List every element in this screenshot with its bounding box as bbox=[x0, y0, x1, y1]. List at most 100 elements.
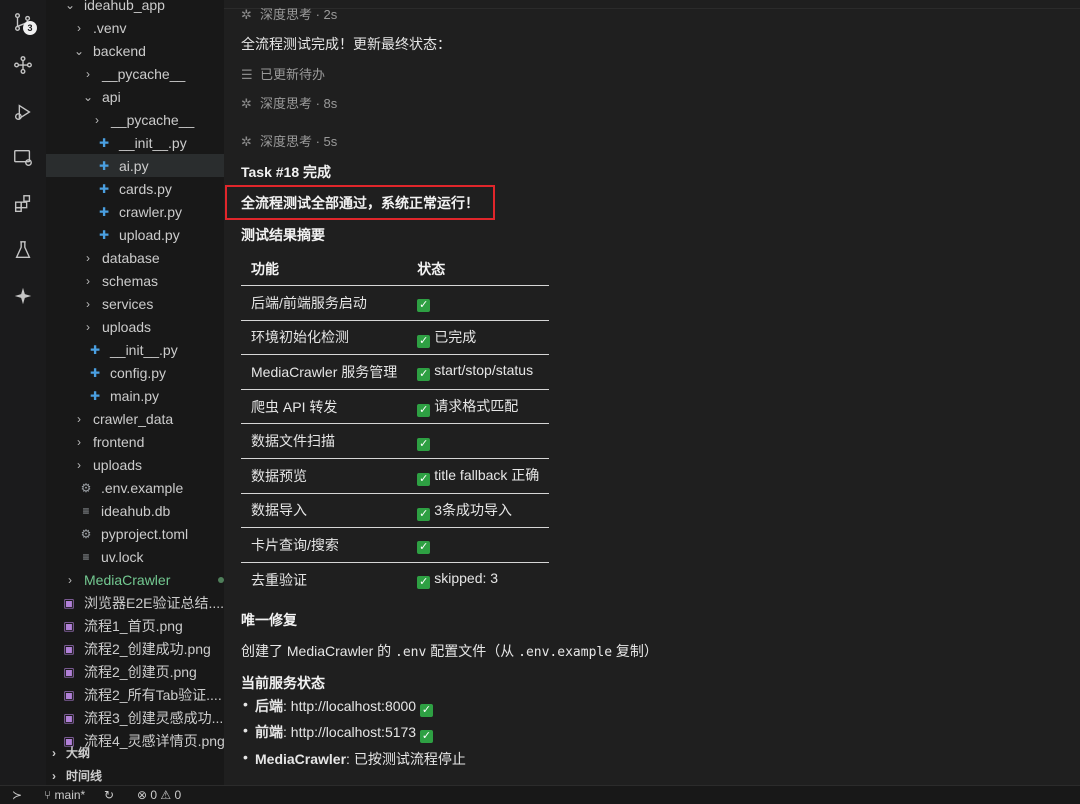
table-row: 环境初始化检测 ✓ 已完成 bbox=[241, 319, 550, 355]
branch-icon: ⑂ bbox=[44, 788, 55, 802]
tree-item[interactable]: › __pycache__ bbox=[46, 108, 224, 131]
tree-item-label: crawler_data bbox=[93, 410, 174, 427]
tree-item[interactable]: ✚ crawler.py bbox=[46, 200, 224, 223]
table-row: 卡片查询/搜索 ✓ bbox=[241, 527, 550, 563]
testing-flask-icon[interactable] bbox=[11, 238, 35, 262]
tree-item[interactable]: ▣ 流程3_创建灵感成功.... bbox=[46, 706, 224, 729]
python-file-icon: ✚ bbox=[98, 158, 110, 173]
check-icon: ✓ bbox=[417, 368, 431, 382]
remote-icon[interactable]: ≻ bbox=[12, 788, 22, 802]
run-debug-icon[interactable] bbox=[11, 100, 35, 124]
tree-item[interactable]: › uploads bbox=[46, 453, 224, 476]
tree-item-label: uploads bbox=[102, 318, 152, 335]
fix-prefix: 创建了 MediaCrawler 的 bbox=[241, 643, 396, 659]
timeline-section-header[interactable]: › 时间线 bbox=[46, 764, 224, 785]
outline-section-header[interactable]: › 大纲 bbox=[46, 741, 224, 764]
warning-icon: ⚠ bbox=[157, 788, 175, 802]
tree-item[interactable]: ≡ uv.lock bbox=[46, 545, 224, 568]
tree-item-label: services bbox=[102, 295, 154, 312]
thinking-status-5s[interactable]: ✲ 深度思考 · 5s bbox=[241, 131, 337, 150]
tree-item[interactable]: ✚ upload.py bbox=[46, 223, 224, 246]
tree-item[interactable]: ▣ 流程2_创建页.png bbox=[46, 660, 224, 683]
status-text: 3条成功导入 bbox=[434, 501, 513, 518]
warning-count: 0 bbox=[174, 788, 182, 802]
thinking-label: 深度思考 · 2s bbox=[260, 7, 338, 22]
image-file-icon: ▣ bbox=[63, 595, 75, 610]
tree-item[interactable]: › uploads bbox=[46, 315, 224, 338]
service-title: 当前服务状态 bbox=[241, 675, 325, 691]
feature-cell: MediaCrawler 服务管理 bbox=[241, 354, 408, 390]
chevron-right-icon: › bbox=[86, 273, 90, 288]
python-file-icon: ✚ bbox=[98, 227, 110, 242]
tree-item[interactable]: ⚙ pyproject.toml bbox=[46, 522, 224, 545]
python-file-icon: ✚ bbox=[98, 204, 110, 219]
tree-item-label: 浏览器E2E验证总结.... bbox=[84, 594, 224, 611]
tree-item[interactable]: ✚ config.py bbox=[46, 361, 224, 384]
status-cell: ✓ start/stop/status bbox=[407, 354, 550, 390]
thinking-icon: ✲ bbox=[241, 96, 252, 111]
branch-name: main* bbox=[54, 788, 86, 802]
tree-item[interactable]: ⚙ .env.example bbox=[46, 476, 224, 499]
tree-item[interactable]: ⌄ api bbox=[46, 85, 224, 108]
status-cell: ✓ title fallback 正确 bbox=[407, 457, 550, 494]
tree-item[interactable]: ✚ __init__.py bbox=[46, 338, 224, 361]
chevron-right-icon: › bbox=[86, 66, 90, 81]
tree-item[interactable]: › database bbox=[46, 246, 224, 269]
tree-item[interactable]: ⌄ ideahub_app bbox=[46, 0, 224, 16]
tree-item-label: .env.example bbox=[101, 479, 184, 496]
tree-item[interactable]: ▣ 流程1_首页.png bbox=[46, 614, 224, 637]
status-cell: ✓ skipped: 3 bbox=[407, 561, 550, 597]
chevron-down-icon: ⌄ bbox=[82, 89, 94, 104]
extensions-icon[interactable] bbox=[11, 192, 35, 216]
tree-item[interactable]: › MediaCrawler bbox=[46, 568, 224, 591]
thinking-icon: ✲ bbox=[241, 7, 252, 22]
tree-item[interactable]: › crawler_data bbox=[46, 407, 224, 430]
tree-item-label: ideahub_app bbox=[84, 0, 165, 13]
git-graph-icon[interactable] bbox=[11, 53, 35, 77]
tree-item-label: 流程3_创建灵感成功.... bbox=[84, 709, 224, 726]
headline: 全流程测试全部通过，系统正常运行！ bbox=[241, 195, 479, 211]
chevron-right-icon: › bbox=[86, 250, 90, 265]
chevron-right-icon: › bbox=[77, 457, 81, 472]
status-cell: ✓ 3条成功导入 bbox=[407, 492, 550, 528]
service-value[interactable]: : http://localhost:8000 bbox=[283, 698, 416, 714]
ai-sparkle-icon[interactable] bbox=[11, 284, 35, 308]
chevron-right-icon: › bbox=[77, 20, 81, 35]
remote-explorer-icon[interactable] bbox=[11, 146, 35, 170]
thinking-status-8s[interactable]: ✲ 深度思考 · 8s bbox=[241, 93, 337, 112]
tree-item-label: main.py bbox=[110, 387, 160, 404]
thinking-status-top[interactable]: ✲ 深度思考 · 2s bbox=[241, 4, 337, 23]
chevron-right-icon: › bbox=[52, 768, 56, 783]
tree-item[interactable]: ⌄ backend bbox=[46, 39, 224, 62]
tree-item-label: MediaCrawler bbox=[84, 571, 171, 588]
todo-updated-status[interactable]: ☰ 已更新待办 bbox=[241, 64, 325, 83]
todo-updated-label: 已更新待办 bbox=[260, 67, 326, 82]
tree-item[interactable]: ≡ ideahub.db bbox=[46, 499, 224, 522]
problems-indicator[interactable]: ⊗ 0 ⚠ 0 bbox=[137, 788, 181, 802]
python-file-icon: ✚ bbox=[98, 135, 110, 150]
status-cell: ✓ bbox=[407, 285, 550, 321]
status-text: 已完成 bbox=[434, 328, 477, 345]
text-file-icon: ≡ bbox=[82, 549, 90, 564]
table-row: 数据预览 ✓ title fallback 正确 bbox=[241, 457, 550, 494]
table-row: 去重验证 ✓ skipped: 3 bbox=[241, 561, 550, 597]
tree-item[interactable]: › __pycache__ bbox=[46, 62, 224, 85]
tree-item[interactable]: › .venv bbox=[46, 16, 224, 39]
tree-item[interactable]: ▣ 浏览器E2E验证总结.... bbox=[46, 591, 224, 614]
status-cell: ✓ bbox=[407, 423, 550, 459]
check-icon: ✓ bbox=[417, 334, 431, 348]
tree-item[interactable]: › frontend bbox=[46, 430, 224, 453]
tree-item[interactable]: ✚ ai.py bbox=[46, 154, 224, 177]
chevron-right-icon: › bbox=[86, 319, 90, 334]
sync-icon[interactable]: ↻ bbox=[104, 788, 114, 802]
tree-item[interactable]: ▣ 流程2_所有Tab验证.... bbox=[46, 683, 224, 706]
tree-item[interactable]: ✚ cards.py bbox=[46, 177, 224, 200]
branch-indicator[interactable]: ⑂ main* bbox=[44, 788, 85, 802]
tree-item[interactable]: › schemas bbox=[46, 269, 224, 292]
tree-item[interactable]: ✚ main.py bbox=[46, 384, 224, 407]
tree-item[interactable]: › services bbox=[46, 292, 224, 315]
explorer-sidebar: ⌄ ideahub_app › .venv ⌄ backend › __pycache__ ⌄ a… bbox=[46, 0, 224, 785]
tree-item[interactable]: ✚ __init__.py bbox=[46, 131, 224, 154]
tree-item[interactable]: ▣ 流程2_创建成功.png bbox=[46, 637, 224, 660]
service-value[interactable]: : http://localhost:5173 bbox=[283, 724, 416, 740]
